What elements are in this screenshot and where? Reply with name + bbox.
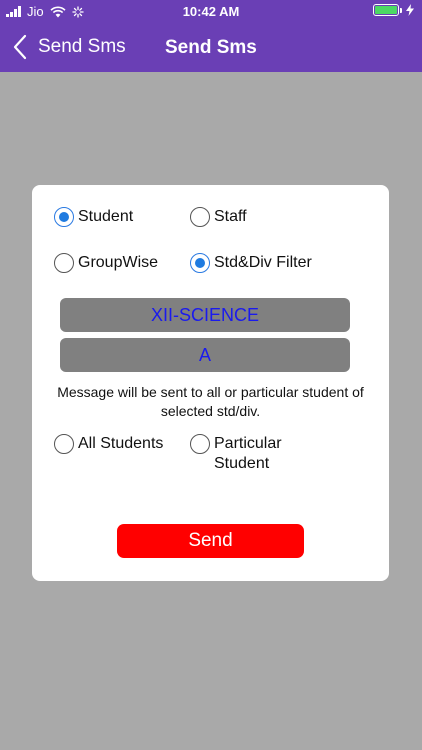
info-message: Message will be sent to all or particula…: [57, 384, 364, 419]
back-button[interactable]: Send Sms: [10, 32, 126, 62]
radio-staff[interactable]: Staff: [190, 207, 247, 227]
charging-bolt-icon: [406, 4, 414, 16]
radio-groupwise[interactable]: GroupWise: [54, 253, 158, 273]
div-dropdown[interactable]: A: [60, 338, 350, 372]
radio-student-label: Student: [78, 208, 134, 225]
chevron-left-icon: [13, 34, 27, 60]
status-right: [373, 4, 414, 16]
radio-particular-student[interactable]: Particular Student: [190, 434, 300, 474]
radio-std-div-filter[interactable]: Std&Div Filter: [190, 253, 312, 273]
radio-all-students[interactable]: All Students: [54, 434, 163, 454]
radio-all-students-indicator[interactable]: [54, 434, 74, 454]
page-title: Send Sms: [165, 37, 257, 58]
std-dropdown[interactable]: XII-SCIENCE: [60, 298, 350, 332]
send-button[interactable]: Send: [117, 524, 304, 558]
radio-all-students-label: All Students: [78, 435, 164, 452]
battery-icon: [373, 4, 402, 16]
radio-std-div-filter-indicator[interactable]: [190, 253, 210, 273]
radio-std-div-filter-label: Std&Div Filter: [214, 254, 312, 271]
radio-staff-indicator[interactable]: [190, 207, 210, 227]
header-bar: Jio 10:42 AM Send Sms Send Sms: [0, 0, 422, 72]
radio-particular-student-label: Particular Student: [214, 435, 282, 472]
status-time: 10:42 AM: [182, 4, 240, 19]
back-button-label: Send Sms: [38, 36, 126, 57]
radio-groupwise-indicator[interactable]: [54, 253, 74, 273]
radio-particular-student-indicator[interactable]: [190, 434, 210, 454]
status-bar: Jio 10:42 AM: [0, 0, 422, 24]
radio-student[interactable]: Student: [54, 207, 133, 227]
radio-student-indicator[interactable]: [54, 207, 74, 227]
send-sms-card: Student Staff GroupWise Std&Div Filter X…: [32, 185, 389, 581]
radio-groupwise-label: GroupWise: [78, 254, 159, 271]
radio-staff-label: Staff: [214, 208, 247, 225]
navigation-bar: Send Sms Send Sms: [0, 24, 422, 72]
